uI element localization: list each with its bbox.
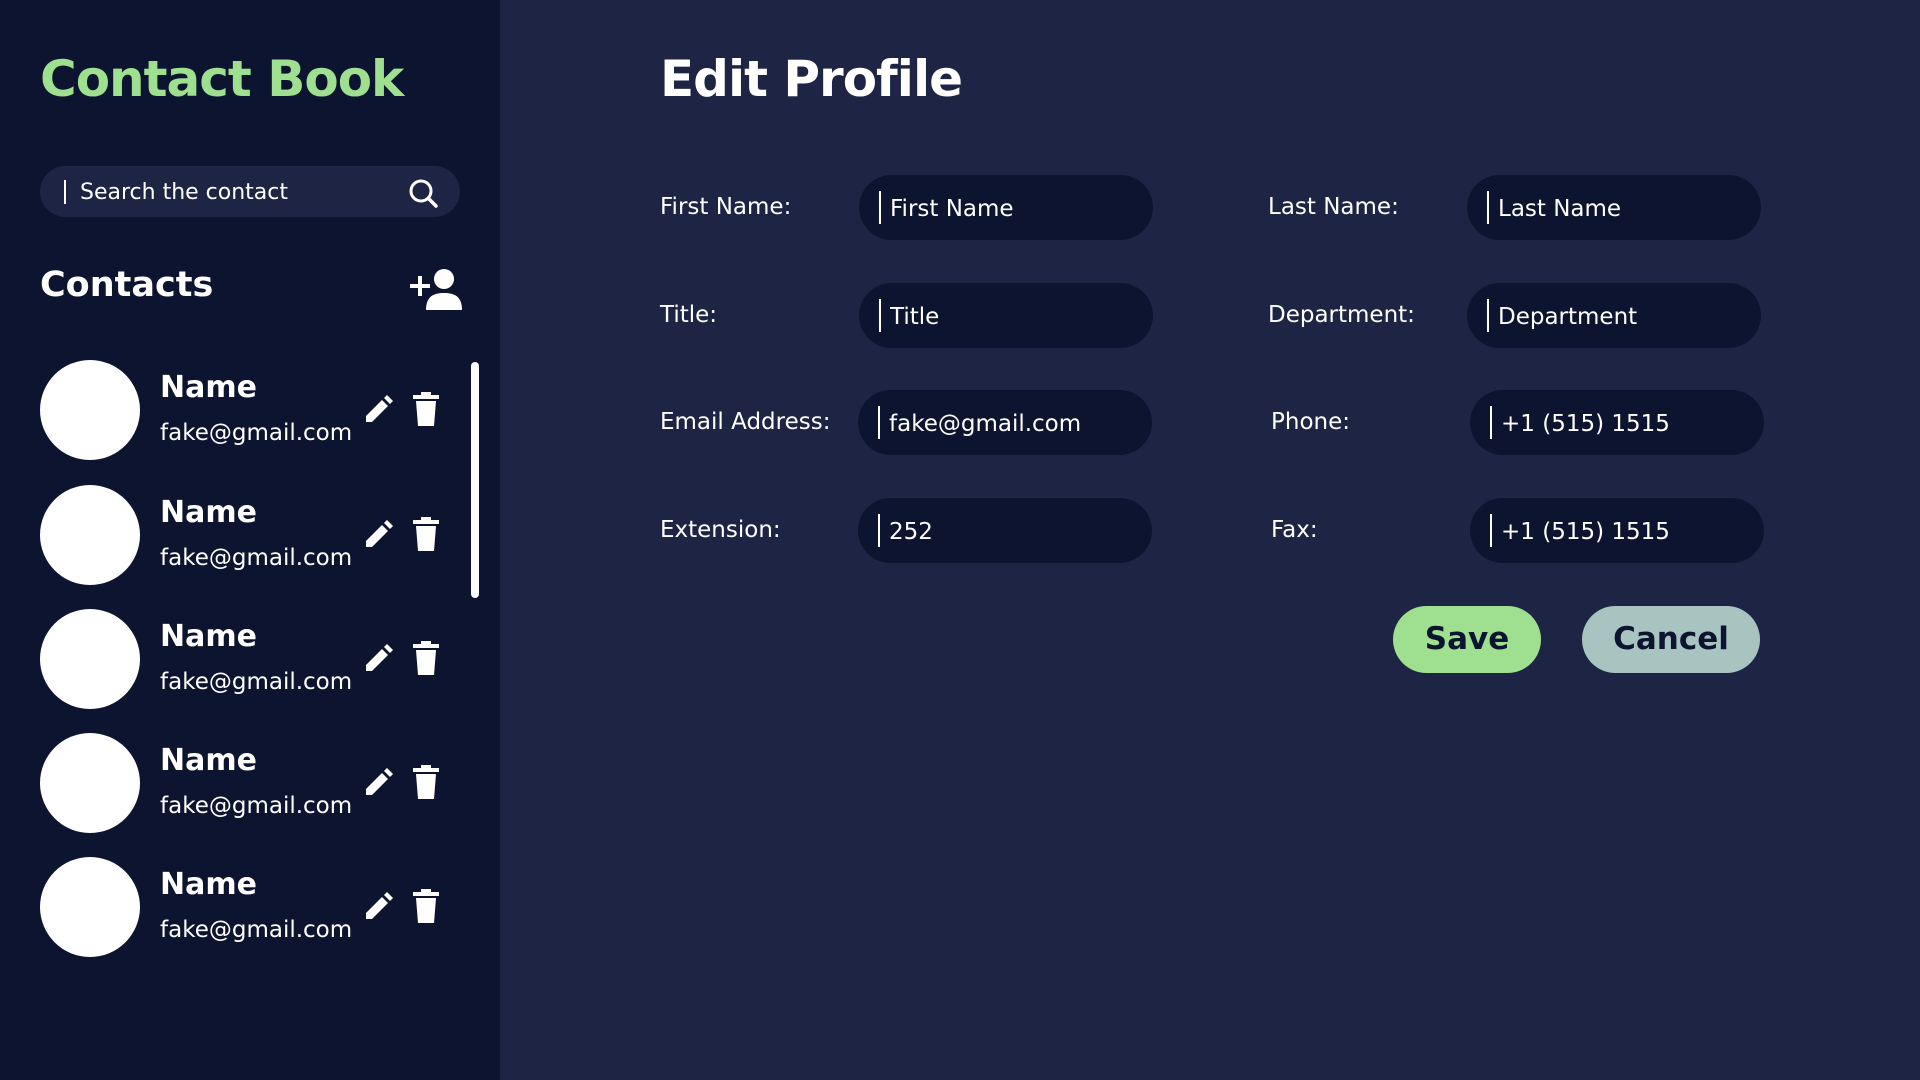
title-field[interactable]: [859, 283, 1153, 350]
contacts-heading: Contacts: [40, 265, 214, 305]
trash-icon[interactable]: [412, 641, 440, 675]
app-title: Contact Book: [40, 50, 404, 108]
contact-list-item[interactable]: Name fake@gmail.com: [40, 733, 460, 833]
fax-label: Fax:: [1271, 517, 1318, 543]
title-input[interactable]: [888, 283, 1142, 350]
text-cursor: [878, 406, 880, 439]
contact-email: fake@gmail.com: [160, 669, 353, 695]
trash-icon[interactable]: [412, 517, 440, 551]
department-field[interactable]: [1467, 283, 1761, 350]
edit-pencil-icon[interactable]: [363, 393, 395, 425]
trash-icon[interactable]: [412, 765, 440, 799]
trash-icon[interactable]: [412, 889, 440, 923]
text-cursor: [1487, 299, 1489, 332]
contact-list-scrollbar[interactable]: [471, 362, 479, 598]
contact-name: Name: [160, 867, 257, 902]
department-label: Department:: [1268, 302, 1415, 328]
phone-input[interactable]: [1499, 390, 1753, 457]
title-label: Title:: [660, 302, 718, 328]
avatar: [40, 857, 140, 957]
text-cursor: [1490, 406, 1492, 439]
save-button[interactable]: Save: [1393, 606, 1541, 673]
contact-name: Name: [160, 743, 257, 778]
first-name-input[interactable]: [888, 175, 1142, 242]
phone-field[interactable]: [1470, 390, 1764, 457]
search-icon[interactable]: [408, 178, 438, 208]
first-name-field[interactable]: [859, 175, 1153, 242]
edit-pencil-icon[interactable]: [363, 766, 395, 798]
extension-label: Extension:: [660, 517, 781, 543]
avatar: [40, 733, 140, 833]
contact-email: fake@gmail.com: [160, 545, 353, 571]
contact-email: fake@gmail.com: [160, 917, 353, 943]
sidebar: Contact Book Contacts Name fake@gmail.co…: [0, 0, 500, 1080]
contact-list-item[interactable]: Name fake@gmail.com: [40, 609, 460, 709]
avatar: [40, 609, 140, 709]
trash-icon[interactable]: [412, 392, 440, 426]
fax-field[interactable]: [1470, 498, 1764, 565]
contact-list-item[interactable]: Name fake@gmail.com: [40, 857, 460, 957]
last-name-input[interactable]: [1496, 175, 1750, 242]
avatar: [40, 360, 140, 460]
contact-list: Name fake@gmail.com Name fake@gmail.com: [40, 360, 460, 960]
search-bar[interactable]: [40, 166, 460, 219]
contact-list-item[interactable]: Name fake@gmail.com: [40, 485, 460, 585]
text-cursor: [879, 191, 881, 224]
add-person-icon[interactable]: [410, 268, 462, 310]
edit-pencil-icon[interactable]: [363, 642, 395, 674]
phone-label: Phone:: [1271, 409, 1350, 435]
last-name-field[interactable]: [1467, 175, 1761, 242]
email-field[interactable]: [858, 390, 1152, 457]
edit-pencil-icon[interactable]: [363, 518, 395, 550]
contact-name: Name: [160, 370, 257, 405]
text-cursor: [1490, 514, 1492, 547]
contact-email: fake@gmail.com: [160, 420, 353, 446]
department-input[interactable]: [1496, 283, 1750, 350]
last-name-label: Last Name:: [1268, 194, 1399, 220]
contact-name: Name: [160, 495, 257, 530]
extension-field[interactable]: [858, 498, 1152, 565]
cancel-button[interactable]: Cancel: [1582, 606, 1760, 673]
email-input[interactable]: [887, 390, 1141, 457]
search-input[interactable]: [78, 166, 402, 219]
edit-pencil-icon[interactable]: [363, 890, 395, 922]
contact-list-item[interactable]: Name fake@gmail.com: [40, 360, 460, 460]
text-cursor: [64, 180, 66, 204]
page-title: Edit Profile: [660, 50, 963, 108]
extension-input[interactable]: [887, 498, 1141, 565]
email-label: Email Address:: [660, 409, 831, 435]
contact-name: Name: [160, 619, 257, 654]
contact-email: fake@gmail.com: [160, 793, 353, 819]
text-cursor: [878, 514, 880, 547]
fax-input[interactable]: [1499, 498, 1753, 565]
text-cursor: [1487, 191, 1489, 224]
avatar: [40, 485, 140, 585]
text-cursor: [879, 299, 881, 332]
first-name-label: First Name:: [660, 194, 792, 220]
